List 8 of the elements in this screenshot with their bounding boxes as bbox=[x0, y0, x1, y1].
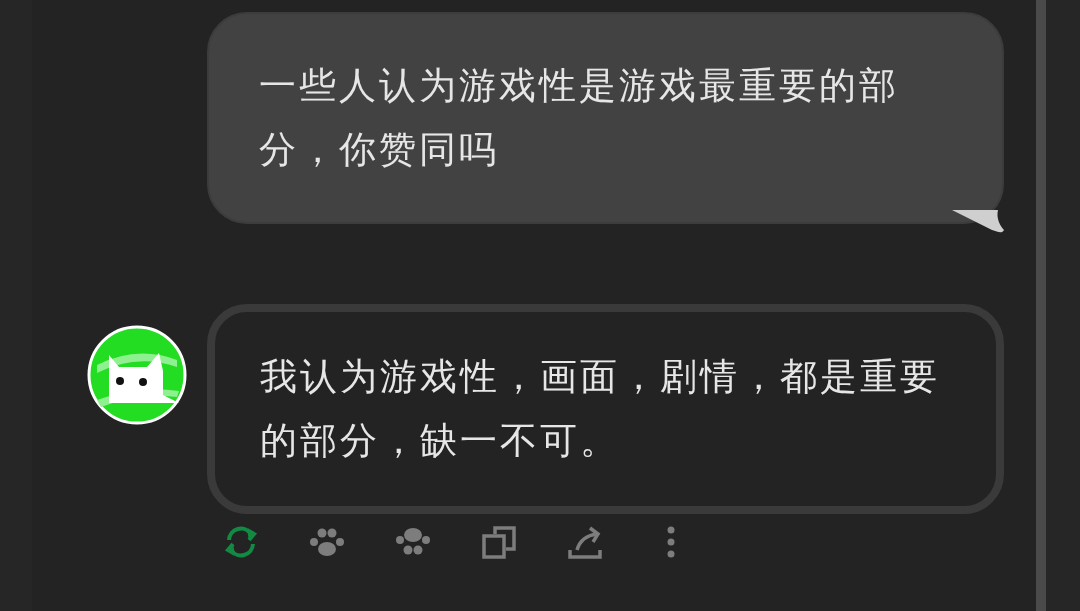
bubble-tail-icon bbox=[952, 210, 1006, 234]
assistant-message: 我认为游戏性，画面，剧情，都是重要的部分，缺一不可。 bbox=[207, 304, 1004, 514]
avatar-cat-icon bbox=[87, 325, 187, 425]
user-message: 一些人认为游戏性是游戏最重要的部分，你赞同吗 bbox=[207, 12, 1004, 224]
scrollbar[interactable] bbox=[1036, 0, 1046, 611]
refresh-icon[interactable] bbox=[223, 524, 259, 560]
copy-icon[interactable] bbox=[481, 524, 517, 560]
share-icon[interactable] bbox=[567, 524, 603, 560]
